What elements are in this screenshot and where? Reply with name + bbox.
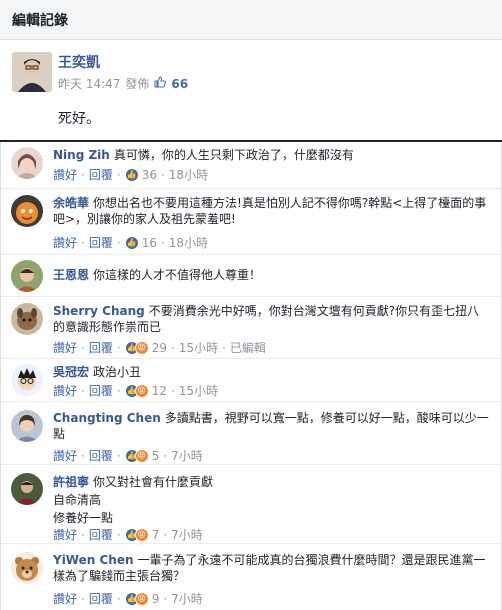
comment: 王恩恩 你這樣的人才不值得他人尊重！	[1, 255, 501, 297]
comment-text-line: 自命清高	[53, 493, 102, 507]
commenter-avatar[interactable]	[11, 473, 43, 505]
like-reaction-icon: 👍	[124, 235, 139, 250]
commenter-name[interactable]: Changting Chen	[53, 411, 161, 425]
like-link[interactable]: 讚好	[53, 447, 77, 464]
comment-list: Ning Zih 真可憐，你的人生只剩下政治了，什麼都沒有 讚好 · 回覆 · 👍 3…	[0, 142, 502, 610]
reaction-icons[interactable]: 👍 😡	[124, 340, 149, 355]
commenter-avatar[interactable]	[11, 552, 43, 584]
reply-link[interactable]: 回覆	[89, 382, 113, 399]
angry-reaction-icon: 😡	[134, 340, 149, 355]
comment-time[interactable]: 7小時	[171, 526, 203, 543]
commenter-avatar[interactable]	[11, 260, 43, 292]
comment-actions: 讚好 · 回覆 · 👍 😡 7 · 7小時	[53, 526, 203, 543]
comment: 余皓華 你想出名也不要用這種方法!真是怕別人記不得你嗎?幹點<上得了檯面的事吧>，…	[1, 189, 501, 255]
comment: Sherry Chang 不要消費余光中好嗎，你對台灣文壇有何貢獻?你只有歪七扭八…	[1, 297, 501, 359]
like-link[interactable]: 讚好	[53, 382, 77, 399]
like-link[interactable]: 讚好	[53, 590, 77, 607]
reaction-count[interactable]: 5	[152, 449, 160, 463]
post-meta: 王奕凱 昨天 14:47 發佈 66	[58, 52, 188, 92]
commenter-avatar[interactable]	[11, 147, 43, 179]
commenter-name[interactable]: YiWen Chen	[53, 553, 134, 567]
reply-link[interactable]: 回覆	[89, 590, 113, 607]
reaction-icons[interactable]: 👍 😡	[124, 527, 149, 542]
post-time[interactable]: 昨天 14:47	[58, 75, 120, 92]
comment-actions: 讚好 · 回覆 · 👍 😡 9 · 7小時	[53, 590, 203, 607]
reaction-count[interactable]: 36	[142, 168, 157, 182]
reaction-icons[interactable]: 👍 😡	[124, 448, 149, 463]
reaction-count[interactable]: 12	[152, 384, 167, 398]
comment-time[interactable]: 7小時	[171, 447, 203, 464]
angry-reaction-icon: 😡	[134, 527, 149, 542]
post: 王奕凱 昨天 14:47 發佈 66 死好。	[0, 40, 502, 138]
comment-text: 你這樣的人才不值得他人尊重！	[93, 268, 262, 282]
commenter-avatar[interactable]	[11, 195, 43, 227]
reply-link[interactable]: 回覆	[89, 526, 113, 543]
panel-header: 編輯記錄	[0, 0, 502, 40]
post-subline: 昨天 14:47 發佈 66	[58, 75, 188, 92]
like-link[interactable]: 讚好	[53, 234, 77, 251]
post-like-count[interactable]: 66	[171, 77, 188, 91]
reaction-count[interactable]: 29	[152, 341, 167, 355]
reaction-icons[interactable]: 👍	[124, 167, 139, 182]
commenter-name[interactable]: 王恩恩	[53, 268, 89, 282]
comment: Changting Chen 多讀點書，視野可以寬一點，修養可以好一點，酸味可以少…	[1, 402, 501, 465]
reaction-count[interactable]: 9	[152, 592, 160, 606]
reply-link[interactable]: 回覆	[89, 234, 113, 251]
reaction-icons[interactable]: 👍	[124, 235, 139, 250]
edited-label[interactable]: 已編輯	[230, 339, 266, 356]
commenter-avatar[interactable]	[11, 364, 43, 396]
comment-text: 真可憐，你的人生只剩下政治了，什麼都沒有	[113, 148, 354, 162]
comment-time[interactable]: 15小時	[179, 339, 218, 356]
like-link[interactable]: 讚好	[53, 339, 77, 356]
post-text: 死好。	[58, 111, 100, 127]
comment: 吳冠宏 政治小丑 讚好 · 回覆 · 👍 😡 12 · 15小時	[1, 359, 501, 402]
comment-actions: 讚好 · 回覆 · 👍 😡 12 · 15小時	[53, 382, 219, 399]
comment: Ning Zih 真可憐，你的人生只剩下政治了，什麼都沒有 讚好 · 回覆 · 👍 3…	[1, 142, 501, 189]
edit-history-panel: 編輯記錄 王奕凱 昨天 14:47 發佈 66 死好。	[0, 0, 502, 140]
commenter-name[interactable]: 余皓華	[53, 196, 89, 210]
reaction-icons[interactable]: 👍 😡	[124, 591, 149, 606]
commenter-avatar[interactable]	[11, 410, 43, 442]
angry-reaction-icon: 😡	[134, 591, 149, 606]
comment-actions: 讚好 · 回覆 · 👍 😡 29 · 15小時 · 已編輯	[53, 339, 266, 356]
commenter-name[interactable]: Ning Zih	[53, 148, 110, 162]
reaction-count[interactable]: 16	[142, 236, 157, 250]
comment-text: 你又對社會有什麼貢獻	[93, 475, 214, 489]
comment-time[interactable]: 18小時	[169, 166, 208, 183]
comment-time[interactable]: 7小時	[171, 590, 203, 607]
angry-reaction-icon: 😡	[134, 383, 149, 398]
commenter-avatar[interactable]	[11, 303, 43, 335]
like-link[interactable]: 讚好	[53, 526, 77, 543]
comment-actions: 讚好 · 回覆 · 👍 16 · 18小時	[53, 234, 209, 251]
commenter-name[interactable]: 吳冠宏	[53, 365, 89, 379]
reaction-icons[interactable]: 👍 😡	[124, 383, 149, 398]
comment-text-line: 修養好一點	[53, 511, 114, 525]
comment: 許祖寧 你又對社會有什麼貢獻 自命清高 修養好一點 讚好 · 回覆 · 👍 😡 7 · 7…	[1, 465, 501, 544]
reply-link[interactable]: 回覆	[89, 447, 113, 464]
comment-text: 政治小丑	[93, 365, 142, 379]
reply-link[interactable]: 回覆	[89, 339, 113, 356]
panel-title: 編輯記錄	[12, 13, 68, 29]
commenter-name[interactable]: Sherry Chang	[53, 304, 145, 318]
reaction-count[interactable]: 7	[152, 528, 160, 542]
like-link[interactable]: 讚好	[53, 166, 77, 183]
thumbs-up-icon	[154, 76, 167, 91]
post-author[interactable]: 王奕凱	[58, 52, 188, 72]
comment-time[interactable]: 15小時	[179, 382, 218, 399]
comment-time[interactable]: 18小時	[169, 234, 208, 251]
comment-text: 你想出名也不要用這種方法!真是怕別人記不得你嗎?幹點<上得了檯面的事吧>，別讓你…	[53, 196, 487, 226]
commenter-name[interactable]: 許祖寧	[53, 475, 89, 489]
author-avatar[interactable]	[12, 52, 52, 92]
like-reaction-icon: 👍	[124, 167, 139, 182]
comment-actions: 讚好 · 回覆 · 👍 😡 5 · 7小時	[53, 447, 203, 464]
angry-reaction-icon: 😡	[134, 448, 149, 463]
post-action: 發佈	[125, 77, 150, 91]
comment-actions: 讚好 · 回覆 · 👍 36 · 18小時	[53, 166, 209, 183]
reply-link[interactable]: 回覆	[89, 166, 113, 183]
comment: YiWen Chen 一輩子為了永遠不可能成真的台獨浪費什麼時間？還是跟民進黨一樣…	[1, 544, 501, 610]
